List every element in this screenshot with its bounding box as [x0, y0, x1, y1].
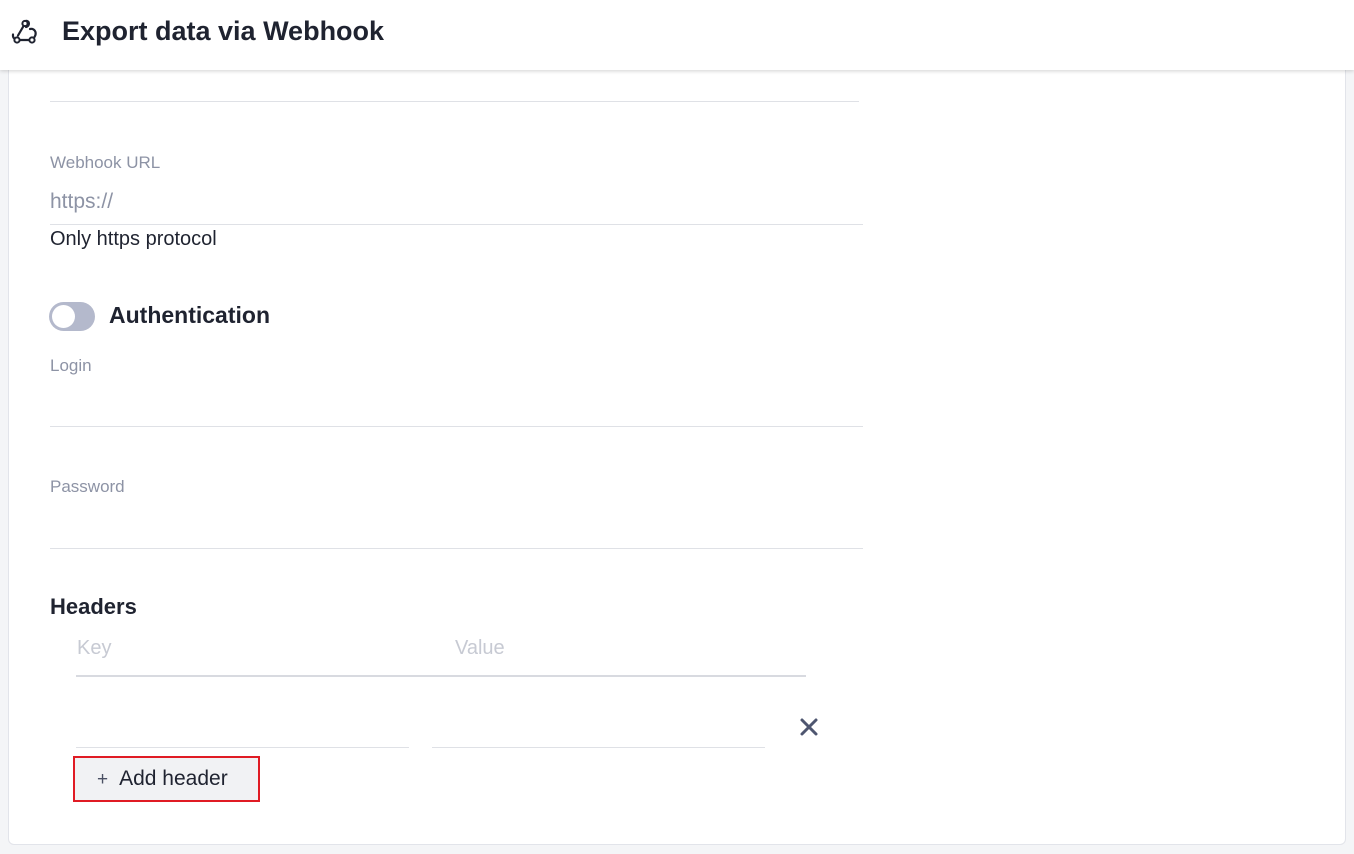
headers-underline [76, 675, 806, 677]
add-header-button[interactable]: + Add header [73, 756, 260, 802]
headers-title: Headers [50, 594, 137, 619]
toggle-knob [52, 305, 75, 328]
password-label: Password [50, 477, 125, 496]
header-key-input[interactable] [76, 706, 409, 748]
webhook-url-input[interactable] [50, 186, 863, 225]
webhook-url-label: Webhook URL [50, 153, 161, 172]
add-header-label: Add header [119, 767, 228, 790]
authentication-label: Authentication [109, 302, 270, 328]
webhook-url-helper: Only https protocol [50, 228, 217, 250]
login-input[interactable] [50, 386, 863, 427]
authentication-toggle[interactable] [49, 302, 95, 331]
plus-icon: + [97, 768, 109, 790]
webhook-icon [11, 19, 37, 44]
top-bar: Export data via Webhook [0, 0, 1354, 70]
close-icon[interactable] [798, 716, 820, 738]
section-divider [50, 101, 859, 102]
login-label: Login [50, 356, 92, 375]
value-column-header: Value [455, 637, 505, 659]
page-title: Export data via Webhook [62, 16, 385, 46]
key-column-header: Key [77, 637, 112, 659]
header-value-input[interactable] [432, 706, 765, 748]
password-input[interactable] [50, 508, 863, 549]
